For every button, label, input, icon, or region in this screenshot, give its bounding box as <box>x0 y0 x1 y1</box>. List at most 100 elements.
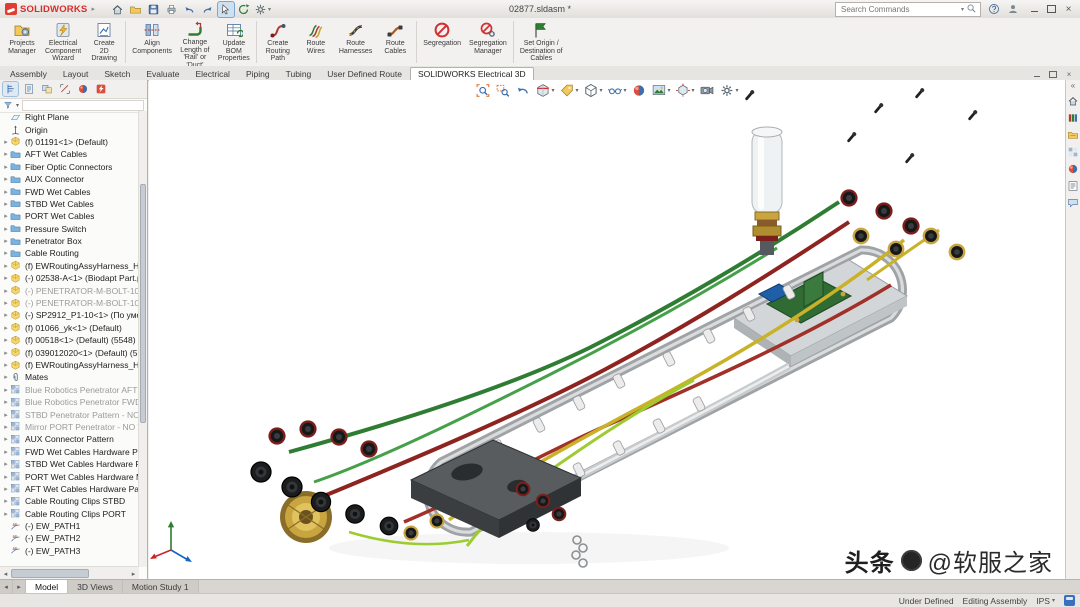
tree-item[interactable]: ▸Mates <box>0 371 139 383</box>
tree-vertical-scrollbar[interactable] <box>138 111 147 567</box>
search-input[interactable] <box>839 4 958 15</box>
update-bom-properties-button[interactable]: UpdateBOMProperties <box>214 18 254 66</box>
tab-user-defined-route[interactable]: User Defined Route <box>319 67 410 80</box>
expand-caret-icon[interactable]: ▸ <box>2 212 10 220</box>
minimize-button[interactable] <box>1026 2 1043 16</box>
select-button[interactable] <box>218 2 234 17</box>
expand-caret-icon[interactable]: ▸ <box>2 460 10 468</box>
align-components-button[interactable]: AlignComponents <box>128 18 176 66</box>
scroll-left-icon[interactable]: ◂ <box>0 570 11 578</box>
tab-tubing[interactable]: Tubing <box>278 67 320 80</box>
expand-caret-icon[interactable]: ▸ <box>2 448 10 456</box>
tab-piping[interactable]: Piping <box>238 67 278 80</box>
tree-item[interactable]: ▸(-) PENETRATOR-M-BOLT-10-25-A... <box>0 297 139 309</box>
help-button[interactable] <box>986 2 1002 17</box>
electrical-component-wizard-button[interactable]: ElectricalComponentWizard <box>41 18 85 66</box>
expand-caret-icon[interactable]: ▸ <box>2 249 10 257</box>
expand-caret-icon[interactable]: ▸ <box>2 411 10 419</box>
view-orientation-button[interactable]: ▾ <box>675 82 696 99</box>
tree-item[interactable]: ▸(f) 00518<1> (Default) (5548) <box>0 334 139 346</box>
expand-caret-icon[interactable]: ▸ <box>2 398 10 406</box>
hide-show-items-button[interactable]: ▾ <box>606 82 627 99</box>
tree-item[interactable]: ▸Cable Routing Clips PORT <box>0 508 139 520</box>
segregation-button[interactable]: Segregation <box>419 18 465 66</box>
tab-solidworks-electrical-3d[interactable]: SOLIDWORKS Electrical 3D <box>410 67 534 80</box>
propertymanager-tab[interactable] <box>21 82 36 96</box>
tree-item[interactable]: ▸Mirror PORT Penetrator - NO WET ... <box>0 421 139 433</box>
redo-button[interactable] <box>200 2 216 17</box>
filter-caret-icon[interactable]: ▾ <box>16 102 19 109</box>
tree-item[interactable]: ▸FWD Wet Cables <box>0 185 139 197</box>
expand-caret-icon[interactable]: ▸ <box>2 361 10 369</box>
tree-item[interactable]: ▸(-) 02538-A<1> (Biodapt Part.prtdo... <box>0 272 139 284</box>
expand-caret-icon[interactable]: ▸ <box>2 262 10 270</box>
doc-tab-motion-study-1[interactable]: Motion Study 1 <box>123 580 199 593</box>
view-settings-button[interactable]: ▾ <box>719 82 740 99</box>
rebuild-button[interactable] <box>236 2 252 17</box>
expand-caret-icon[interactable]: ▸ <box>2 175 10 183</box>
solidworks-forum-button[interactable] <box>1067 196 1080 209</box>
tree-item[interactable]: ▸Penetrator Box <box>0 235 139 247</box>
doc-minimize-button[interactable] <box>1030 69 1044 80</box>
maximize-button[interactable] <box>1043 2 1060 16</box>
tree-item[interactable]: ▸(f) 01191<1> (Default) <box>0 136 139 148</box>
doc-tab-model[interactable]: Model <box>26 580 68 593</box>
expand-caret-icon[interactable]: ▸ <box>2 163 10 171</box>
tab-electrical[interactable]: Electrical <box>187 67 237 80</box>
scroll-right-icon[interactable]: ▸ <box>128 570 139 578</box>
expand-caret-icon[interactable]: ▸ <box>2 200 10 208</box>
set-origin-destination-button[interactable]: Set Origin /Destination ofCables <box>516 18 567 66</box>
route-wires-button[interactable]: RouteWires <box>297 18 335 66</box>
home-button[interactable] <box>110 2 126 17</box>
tab-scroll-right-button[interactable]: ▸ <box>13 580 26 593</box>
tree-item[interactable]: Origin <box>0 123 139 135</box>
menu-expand-icon[interactable]: ▸ <box>91 5 95 13</box>
configurationmanager-tab[interactable] <box>39 82 54 96</box>
tree-item[interactable]: ▸PORT Wet Cables Hardware Mirror <box>0 470 139 482</box>
user-profile-button[interactable] <box>1005 2 1021 17</box>
search-box[interactable]: ▾ <box>835 2 981 17</box>
unit-caret-icon[interactable]: ▾ <box>1052 597 1055 604</box>
design-library-button[interactable] <box>1067 111 1080 124</box>
section-view-button[interactable]: ▾ <box>534 82 555 99</box>
electrical-manager-tab[interactable] <box>93 82 108 96</box>
tree-item[interactable]: ▸(-) SP2912_P1-10<1> (По умолчан... <box>0 309 139 321</box>
expand-caret-icon[interactable]: ▸ <box>2 510 10 518</box>
tree-item[interactable]: ▸STBD Wet Cables <box>0 198 139 210</box>
expand-caret-icon[interactable]: ▸ <box>2 473 10 481</box>
tree-item[interactable]: ▸STBD Wet Cables Hardware Pattern <box>0 458 139 470</box>
tab-assembly[interactable]: Assembly <box>2 67 55 80</box>
tree-horizontal-scrollbar[interactable]: ◂ ▸ <box>0 566 139 580</box>
scrollbar-thumb[interactable] <box>140 184 146 423</box>
tab-layout[interactable]: Layout <box>55 67 97 80</box>
tree-item[interactable]: ▸(f) 039012020<1> (Default) (5781) <box>0 346 139 358</box>
tree-item[interactable]: ▸(f) EWRoutingAssyHarness_H3(375... <box>0 359 139 371</box>
doc-close-button[interactable]: × <box>1062 69 1076 80</box>
tree-item[interactable]: ▸AFT Wet Cables Hardware Pattern <box>0 483 139 495</box>
tree-item[interactable]: ▸AFT Wet Cables <box>0 148 139 160</box>
route-harnesses-button[interactable]: RouteHarnesses <box>335 18 376 66</box>
camera-button[interactable] <box>699 82 716 99</box>
tree-item[interactable]: ▸Blue Robotics Penetrator AFT - NO... <box>0 384 139 396</box>
tree-item[interactable]: ▸(-) PENETRATOR-M-BOLT-10-25-A... <box>0 284 139 296</box>
custom-properties-button[interactable] <box>1067 179 1080 192</box>
expand-caret-icon[interactable]: ▸ <box>2 373 10 381</box>
edit-appearance-button[interactable] <box>631 82 648 99</box>
expand-caret-icon[interactable]: ▸ <box>2 188 10 196</box>
tree-item[interactable]: ▸Cable Routing <box>0 247 139 259</box>
view-palette-button[interactable] <box>1067 145 1080 158</box>
projects-manager-button[interactable]: ProjectsManager <box>3 18 41 66</box>
tab-evaluate[interactable]: Evaluate <box>138 67 187 80</box>
tree-item[interactable]: ▸PORT Wet Cables <box>0 210 139 222</box>
doc-restore-button[interactable] <box>1046 69 1060 80</box>
tree-filter-input[interactable] <box>22 100 144 111</box>
tree-item[interactable]: ▸AUX Connector Pattern <box>0 433 139 445</box>
expand-caret-icon[interactable]: ▸ <box>2 150 10 158</box>
expand-caret-icon[interactable]: ▸ <box>2 274 10 282</box>
tree-item[interactable]: ▸STBD Penetrator Pattern - NO WET... <box>0 408 139 420</box>
options-button[interactable]: ▾ <box>254 2 271 17</box>
route-cables-button[interactable]: RouteCables <box>376 18 414 66</box>
tree-item[interactable]: ▸(f) 01066_yk<1> (Default) <box>0 322 139 334</box>
expand-caret-icon[interactable]: ▸ <box>2 485 10 493</box>
app-logo[interactable]: SOLIDWORKS ▸ <box>0 3 100 15</box>
